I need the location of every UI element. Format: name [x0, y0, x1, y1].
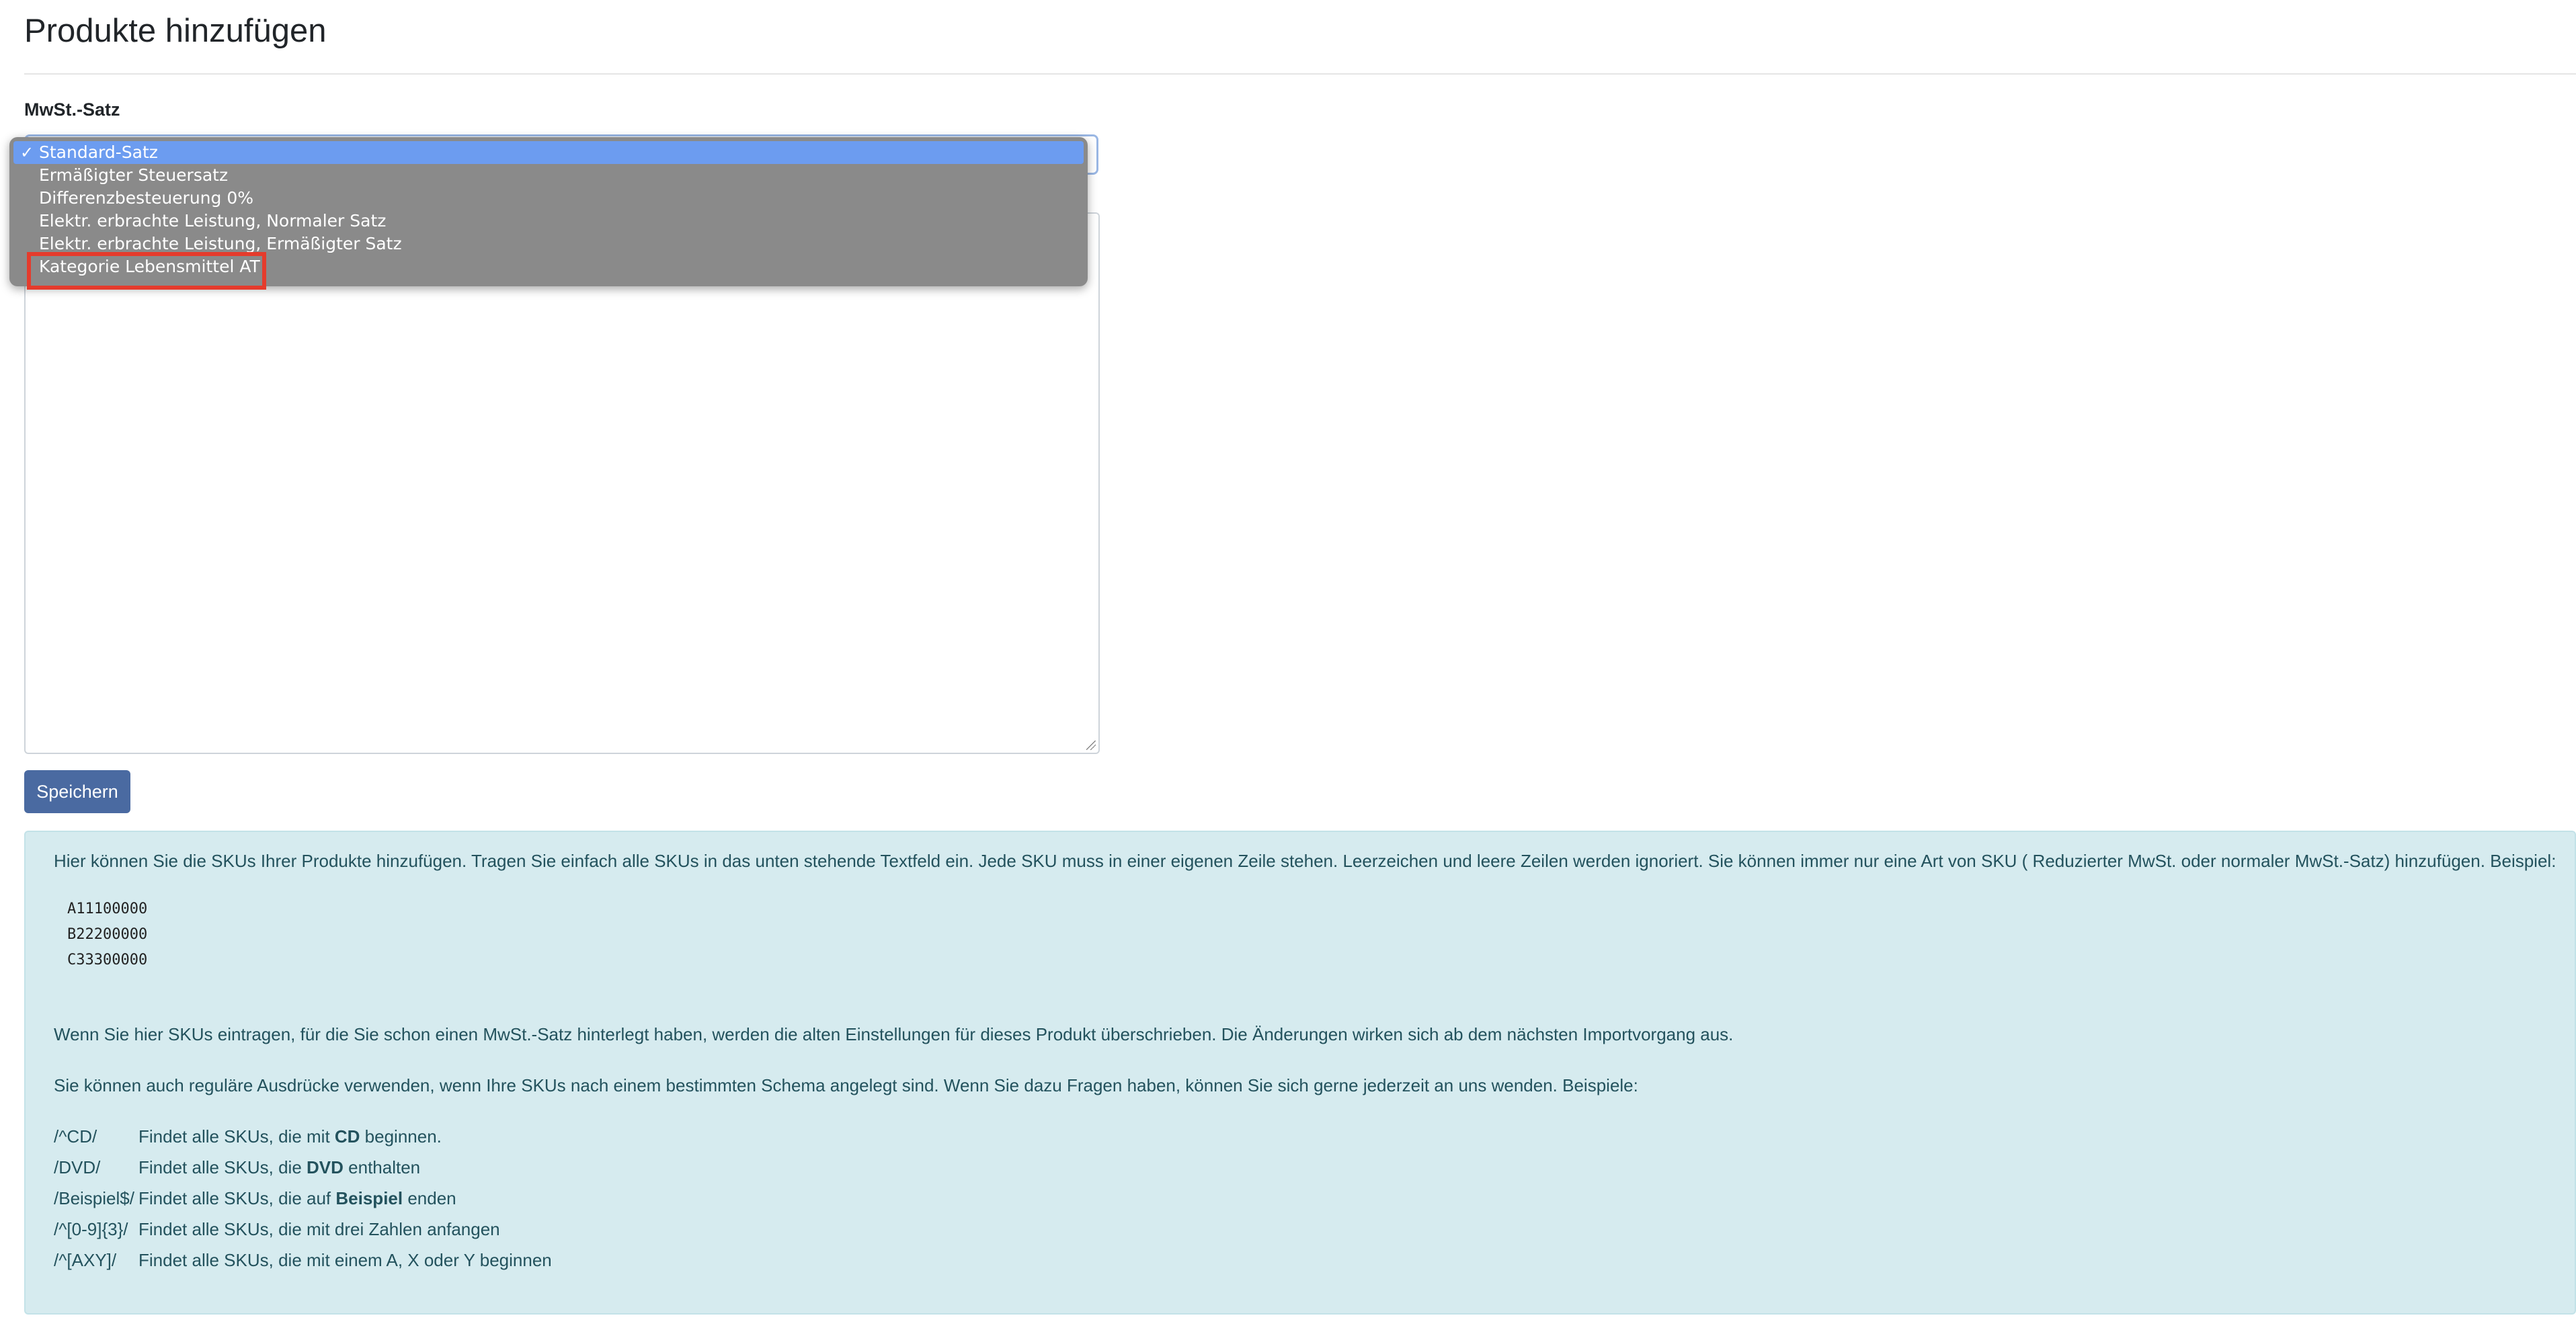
dropdown-option-margin-scheme[interactable]: Differenzbesteuerung 0% [9, 187, 1088, 210]
info-intro-text: Hier können Sie die SKUs Ihrer Produkte … [54, 851, 2557, 871]
regex-pattern: /^CD/ [54, 1126, 97, 1147]
regex-note: Sie können auch reguläre Ausdrücke verwe… [54, 1075, 1638, 1095]
dropdown-option-standard[interactable]: ✓ Standard-Satz [13, 141, 1084, 164]
checkmark-icon: ✓ [20, 143, 34, 162]
dropdown-option-label: Ermäßigter Steuersatz [39, 165, 229, 185]
dropdown-option-electronic-normal[interactable]: Elektr. erbrachte Leistung, Normaler Sat… [9, 210, 1088, 233]
dropdown-option-label: Elektr. erbrachte Leistung, Normaler Sat… [39, 211, 387, 231]
dropdown-option-reduced[interactable]: Ermäßigter Steuersatz [9, 164, 1088, 187]
dropdown-option-label: Differenzbesteuerung 0% [39, 188, 254, 208]
regex-example-row: /^[0-9]{3}/ Findet alle SKUs, die mit dre… [54, 1219, 500, 1240]
sku-textarea[interactable] [24, 212, 1100, 754]
title-divider [24, 73, 2576, 75]
overwrite-note: Wenn Sie hier SKUs eintragen, für die Si… [54, 1024, 1734, 1044]
regex-example-row: /^[AXY]/ Findet alle SKUs, die mit einem … [54, 1250, 552, 1271]
regex-pattern: /Beispiel$/ [54, 1188, 134, 1208]
highlight-annotation [27, 252, 266, 290]
sku-example: A11100000 [67, 901, 148, 917]
regex-description: Findet alle SKUs, die mit CD beginnen. [138, 1126, 442, 1147]
sku-example: B22200000 [67, 926, 148, 943]
regex-example-row: /Beispiel$/Findet alle SKUs, die auf Bei… [54, 1188, 456, 1209]
regex-example-row: /^CD/Findet alle SKUs, die mit CD beginn… [54, 1126, 442, 1147]
regex-description: Findet alle SKUs, die mit drei Zahlen an… [138, 1219, 500, 1239]
regex-pattern: /DVD/ [54, 1157, 101, 1177]
resize-grip-icon[interactable] [1086, 741, 1096, 750]
regex-description: Findet alle SKUs, die auf Beispiel enden [138, 1188, 456, 1208]
regex-example-row: /DVD/Findet alle SKUs, die DVD enthalten [54, 1157, 420, 1178]
regex-description: Findet alle SKUs, die mit einem A, X ode… [138, 1250, 552, 1270]
regex-description: Findet alle SKUs, die DVD enthalten [138, 1157, 421, 1177]
vat-rate-label: MwSt.-Satz [24, 99, 120, 120]
regex-pattern: /^[AXY]/ [54, 1250, 117, 1270]
regex-pattern: /^[0-9]{3}/ [54, 1219, 128, 1239]
save-button[interactable]: Speichern [24, 770, 130, 813]
dropdown-option-label: Elektr. erbrachte Leistung, Ermäßigter S… [39, 234, 402, 253]
info-panel: Hier können Sie die SKUs Ihrer Produkte … [24, 831, 2576, 1315]
sku-example: C33300000 [67, 952, 148, 968]
dropdown-option-label: Standard-Satz [39, 142, 158, 162]
page-title: Produkte hinzufügen [24, 13, 327, 49]
